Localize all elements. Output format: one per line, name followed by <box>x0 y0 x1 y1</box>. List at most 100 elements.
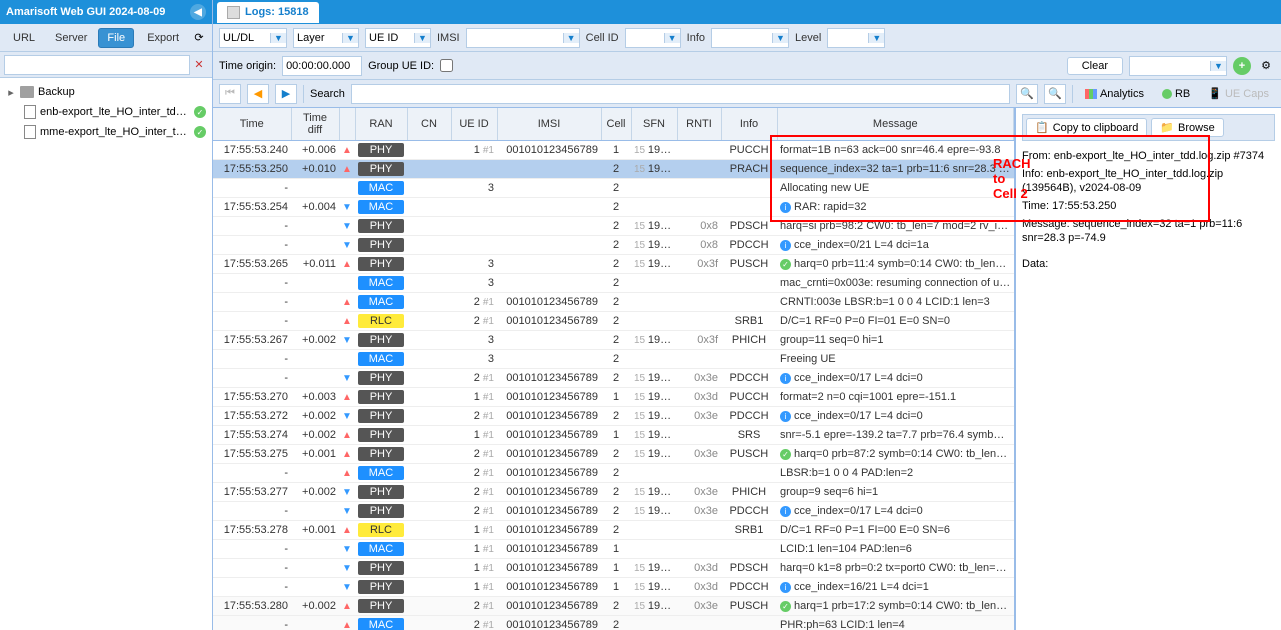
col-header[interactable]: Time diff <box>291 108 339 141</box>
table-row[interactable]: -▲RLC2 #10010101234567892SRB1D/C=1 RF=0 … <box>213 312 1014 331</box>
left-toolbar: URL Server File Export ⟳ <box>0 24 212 52</box>
export-button[interactable]: Export <box>138 28 188 48</box>
settings-icon[interactable]: ⚙ <box>1257 57 1275 75</box>
log-grid[interactable]: TimeTime diff RANCNUE IDIMSICellSFNRNTIIn… <box>213 108 1014 630</box>
table-row[interactable]: -▼MAC1 #10010101234567891LCID:1 len=104 … <box>213 540 1014 559</box>
table-row[interactable]: -▼PHY1 #1001010123456789115 197.90x3dPDS… <box>213 559 1014 578</box>
right-area: Logs: 15818 ▼ ▼ ▼ IMSI ▼ Cell ID ▼ Info … <box>213 0 1281 630</box>
table-row[interactable]: -▲MAC2 #10010101234567892PHR:ph=63 LCID:… <box>213 616 1014 630</box>
table-row[interactable]: -▲MAC2 #10010101234567892LBSR:b=1 0 0 4 … <box>213 464 1014 483</box>
nav-next-icon[interactable]: ▶ <box>275 84 297 104</box>
collapse-icon[interactable]: ◀ <box>190 4 206 20</box>
rb-button[interactable]: RB <box>1156 88 1196 100</box>
analytics-button[interactable]: Analytics <box>1079 88 1150 100</box>
table-row[interactable]: 17:55:53.272+0.002▼PHY2 #100101012345678… <box>213 407 1014 426</box>
col-header[interactable] <box>339 108 355 141</box>
table-row[interactable]: -▼PHY2 #1001010123456789215 196.80x3ePDC… <box>213 369 1014 388</box>
cellid-combo[interactable]: ▼ <box>625 28 681 48</box>
left-panel: Amarisoft Web GUI 2024-08-09 ◀ URL Serve… <box>0 0 213 630</box>
file-label: mme-export_lte_HO_inter_tdd.log.zip <box>40 126 190 138</box>
browse-button[interactable]: 📁Browse <box>1151 118 1223 137</box>
group-ue-label: Group UE ID: <box>368 60 434 72</box>
col-header[interactable]: Time <box>213 108 291 141</box>
col-header[interactable]: SFN <box>631 108 677 141</box>
level-label: Level <box>795 32 821 44</box>
table-row[interactable]: 17:55:53.250+0.010▲PHY215 194.7PRACHsequ… <box>213 160 1014 179</box>
time-origin-label: Time origin: <box>219 60 276 72</box>
col-header[interactable]: Cell <box>601 108 631 141</box>
tree-file-1[interactable]: mme-export_lte_HO_inter_tdd.log.zip ✓ <box>2 122 210 142</box>
tab-logs[interactable]: Logs: 15818 <box>217 2 319 23</box>
col-header[interactable]: CN <box>407 108 451 141</box>
add-filter-icon[interactable]: + <box>1233 57 1251 75</box>
tree-root[interactable]: ▸ Backup <box>2 82 210 102</box>
table-row[interactable]: -▲MAC2 #10010101234567892CRNTI:003e LBSR… <box>213 293 1014 312</box>
table-row[interactable]: 17:55:53.275+0.001▲PHY2 #100101012345678… <box>213 445 1014 464</box>
col-header[interactable]: RAN <box>355 108 407 141</box>
uldl-combo[interactable]: ▼ <box>219 28 287 48</box>
layer-combo[interactable]: ▼ <box>293 28 359 48</box>
check-icon: ✓ <box>194 106 206 118</box>
uecaps-button[interactable]: 📱UE Caps <box>1202 87 1275 100</box>
app-header: Amarisoft Web GUI 2024-08-09 ◀ <box>0 0 212 24</box>
details-toolbar: 📋Copy to clipboard 📁Browse <box>1022 114 1275 141</box>
file-icon <box>24 105 36 119</box>
file-button[interactable]: File <box>98 28 134 48</box>
table-row[interactable]: 17:55:53.265+0.011▲PHY3215 196.20x3fPUSC… <box>213 255 1014 274</box>
search-next-icon[interactable]: 🔍 <box>1044 84 1066 104</box>
copy-button[interactable]: 📋Copy to clipboard <box>1026 118 1147 137</box>
time-origin-input[interactable] <box>282 56 362 76</box>
table-row[interactable]: 17:55:53.278+0.001▲RLC1 #100101012345678… <box>213 521 1014 540</box>
group-ue-checkbox[interactable] <box>440 59 453 72</box>
app-title: Amarisoft Web GUI 2024-08-09 <box>6 6 165 18</box>
tab-bar: Logs: 15818 <box>213 0 1281 24</box>
col-header[interactable]: IMSI <box>497 108 601 141</box>
search-prev-icon[interactable]: 🔍 <box>1016 84 1038 104</box>
table-row[interactable]: 17:55:53.270+0.003▲PHY1 #100101012345678… <box>213 388 1014 407</box>
filter-save-combo[interactable]: ▼ <box>1129 56 1227 76</box>
expander-icon[interactable]: ▸ <box>6 86 16 99</box>
search-input[interactable] <box>351 84 1010 104</box>
table-row[interactable]: -▼PHY1 #1001010123456789115 197.90x3dPDC… <box>213 578 1014 597</box>
clear-button[interactable]: Clear <box>1067 57 1123 75</box>
table-row[interactable]: 17:55:53.254+0.004▼MAC2iRAR: rapid=32 <box>213 198 1014 217</box>
info-combo[interactable]: ▼ <box>711 28 789 48</box>
logs-icon <box>227 6 240 19</box>
nav-prev-icon[interactable]: ◀ <box>247 84 269 104</box>
tree-file-0[interactable]: enb-export_lte_HO_inter_tdd.log.zip ✓ <box>2 102 210 122</box>
search-label: Search <box>310 88 345 100</box>
cellid-label: Cell ID <box>586 32 619 44</box>
table-row[interactable]: -▼PHY215 195.50x8PDSCHharq=si prb=98:2 C… <box>213 217 1014 236</box>
table-row[interactable]: 17:55:53.274+0.002▲PHY1 #100101012345678… <box>213 426 1014 445</box>
clear-search-icon[interactable]: ✕ <box>190 56 208 74</box>
table-row[interactable]: 17:55:53.277+0.002▼PHY2 #100101012345678… <box>213 483 1014 502</box>
col-header[interactable]: UE ID <box>451 108 497 141</box>
details-panel: 📋Copy to clipboard 📁Browse From: enb-exp… <box>1015 108 1281 630</box>
imsi-combo[interactable]: ▼ <box>466 28 580 48</box>
table-row[interactable]: -▼PHY215 195.50x8PDCCHicce_index=0/21 L=… <box>213 236 1014 255</box>
ueid-combo[interactable]: ▼ <box>365 28 431 48</box>
file-tree: ▸ Backup enb-export_lte_HO_inter_tdd.log… <box>0 78 212 630</box>
content-split: TimeTime diff RANCNUE IDIMSICellSFNRNTIIn… <box>213 108 1281 630</box>
server-button[interactable]: Server <box>46 28 96 48</box>
detail-message: Message: sequence_index=32 ta=1 prb=11:6… <box>1022 217 1275 245</box>
level-combo[interactable]: ▼ <box>827 28 885 48</box>
url-button[interactable]: URL <box>4 28 44 48</box>
table-row[interactable]: -MAC32mac_crnti=0x003e: resuming connect… <box>213 274 1014 293</box>
check-icon: ✓ <box>194 126 206 138</box>
col-header[interactable]: Message <box>777 108 1014 141</box>
tree-search-input[interactable] <box>4 55 190 75</box>
nav-home-icon[interactable]: ⏮ <box>219 84 241 104</box>
table-row[interactable]: -MAC32Allocating new UE <box>213 179 1014 198</box>
table-row[interactable]: -MAC32Freeing UE <box>213 350 1014 369</box>
detail-from: From: enb-export_lte_HO_inter_tdd.log.zi… <box>1022 149 1275 163</box>
table-row[interactable]: 17:55:53.267+0.002▼PHY3215 196.80x3fPHIC… <box>213 331 1014 350</box>
detail-time: Time: 17:55:53.250 <box>1022 199 1275 213</box>
table-row[interactable]: -▼PHY2 #1001010123456789215 197.80x3ePDC… <box>213 502 1014 521</box>
col-header[interactable]: RNTI <box>677 108 721 141</box>
table-row[interactable]: 17:55:53.280+0.002▲PHY2 #100101012345678… <box>213 597 1014 616</box>
tree-search-row: ✕ <box>0 52 212 78</box>
refresh-icon[interactable]: ⟳ <box>190 29 208 47</box>
table-row[interactable]: 17:55:53.240+0.006▲PHY1 #100101012345678… <box>213 141 1014 160</box>
col-header[interactable]: Info <box>721 108 777 141</box>
